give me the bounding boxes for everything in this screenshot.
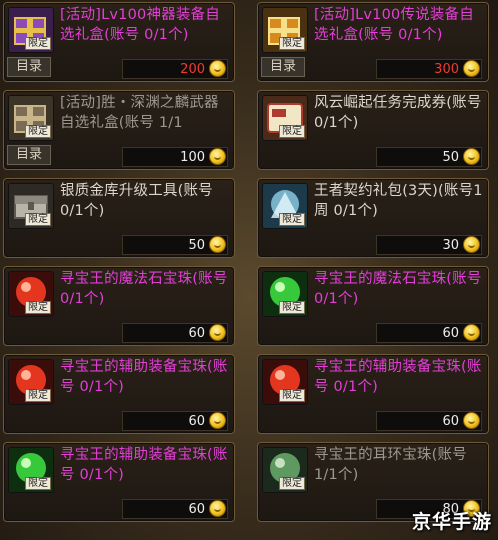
catalog-button[interactable]: 目录: [7, 57, 51, 77]
coin-icon: [209, 412, 226, 429]
coin-icon: [463, 324, 480, 341]
coin-icon: [209, 324, 226, 341]
shop-item[interactable]: 限定 [活动]Lv100传说装备自选礼盒(账号 0/1个) 目录 300: [257, 2, 489, 82]
coin-icon: [463, 236, 480, 253]
contract-icon: 限定: [262, 183, 308, 229]
watermark-logo: 京华手游: [411, 511, 492, 533]
limited-tag: 限定: [279, 389, 305, 402]
catalog-button[interactable]: 目录: [7, 145, 51, 165]
shop-panel: 限定 [活动]Lv100神器装备自选礼盒(账号 0/1个) 目录 200 限定 …: [0, 0, 498, 540]
item-name: 银质金库升级工具(账号 0/1个): [60, 183, 213, 219]
price-box: 60: [376, 323, 482, 343]
limited-tag: 限定: [25, 213, 51, 226]
red-orb-icon: 限定: [8, 359, 54, 405]
limited-tag: 限定: [25, 389, 51, 402]
limited-tag: 限定: [279, 477, 305, 490]
item-name: 寻宝王的魔法石宝珠(账号 0/1个): [60, 271, 228, 307]
price-box: 200: [122, 59, 228, 79]
green-orb-icon: 限定: [8, 447, 54, 493]
price-box: 300: [376, 59, 482, 79]
price-box: 60: [122, 499, 228, 519]
price-value: 100: [180, 150, 205, 165]
limited-tag: 限定: [25, 477, 51, 490]
red-orb-icon: 限定: [262, 359, 308, 405]
item-name: [活动]Lv100传说装备自选礼盒(账号 0/1个): [314, 7, 474, 43]
item-name: 寻宝王的辅助装备宝珠(账号 0/1个): [60, 359, 228, 395]
coin-icon: [463, 148, 480, 165]
price-value: 50: [442, 150, 459, 165]
price-box: 50: [376, 147, 482, 167]
limited-tag: 限定: [279, 125, 305, 138]
shop-item[interactable]: 限定 寻宝王的辅助装备宝珠(账号 0/1个) 60: [3, 354, 235, 434]
coin-icon: [209, 60, 226, 77]
price-value: 50: [188, 238, 205, 253]
price-box: 60: [376, 411, 482, 431]
limited-tag: 限定: [25, 125, 51, 138]
shop-item[interactable]: 限定 风云崛起任务完成券(账号 0/1个) 50: [257, 90, 489, 170]
item-name: [活动]胜・深渊之麟武器自选礼盒(账号 1/1: [60, 95, 219, 131]
shop-item[interactable]: 限定 寻宝王的辅助装备宝珠(账号 0/1个) 60: [3, 442, 235, 522]
price-box: 60: [122, 323, 228, 343]
red-orb-icon: 限定: [8, 271, 54, 317]
limited-tag: 限定: [279, 37, 305, 50]
shop-item[interactable]: 限定 [活动]Lv100神器装备自选礼盒(账号 0/1个) 目录 200: [3, 2, 235, 82]
shop-item[interactable]: 限定 [活动]胜・深渊之麟武器自选礼盒(账号 1/1 目录 100: [3, 90, 235, 170]
price-box: 100: [122, 147, 228, 167]
shop-item[interactable]: 限定 寻宝王的魔法石宝珠(账号 0/1个) 60: [257, 266, 489, 346]
item-name: 寻宝王的辅助装备宝珠(账号 0/1个): [314, 359, 482, 395]
coin-icon: [209, 236, 226, 253]
gift-box-gray-icon: 限定: [8, 95, 54, 141]
shop-item[interactable]: 限定 银质金库升级工具(账号 0/1个) 50: [3, 178, 235, 258]
shop-item[interactable]: 限定 王者契约礼包(3天)(账号1周 0/1个) 30: [257, 178, 489, 258]
coin-icon: [463, 60, 480, 77]
price-value: 60: [442, 326, 459, 341]
price-value: 60: [442, 414, 459, 429]
green-orb-icon: 限定: [262, 271, 308, 317]
shop-item[interactable]: 限定 寻宝王的辅助装备宝珠(账号 0/1个) 60: [257, 354, 489, 434]
limited-tag: 限定: [25, 37, 51, 50]
coin-icon: [209, 148, 226, 165]
price-value: 30: [442, 238, 459, 253]
chest-icon: 限定: [8, 183, 54, 229]
coin-icon: [209, 500, 226, 517]
limited-tag: 限定: [25, 301, 51, 314]
item-name: 王者契约礼包(3天)(账号1周 0/1个): [314, 183, 483, 219]
price-box: 30: [376, 235, 482, 255]
limited-tag: 限定: [279, 213, 305, 226]
price-value: 200: [180, 62, 205, 77]
gift-box-purple-icon: 限定: [8, 7, 54, 53]
limited-tag: 限定: [279, 301, 305, 314]
item-name: 风云崛起任务完成券(账号 0/1个): [314, 95, 482, 131]
price-value: 60: [188, 326, 205, 341]
ticket-icon: 限定: [262, 95, 308, 141]
catalog-button[interactable]: 目录: [261, 57, 305, 77]
item-name: 寻宝王的耳环宝珠(账号 1/1个): [314, 447, 467, 483]
price-value: 60: [188, 502, 205, 517]
item-name: [活动]Lv100神器装备自选礼盒(账号 0/1个): [60, 7, 220, 43]
price-box: 50: [122, 235, 228, 255]
item-name: 寻宝王的辅助装备宝珠(账号 0/1个): [60, 447, 228, 483]
item-name: 寻宝王的魔法石宝珠(账号 0/1个): [314, 271, 482, 307]
price-box: 60: [122, 411, 228, 431]
coin-icon: [463, 412, 480, 429]
green-orb-icon: 限定: [262, 447, 308, 493]
shop-item[interactable]: 限定 寻宝王的魔法石宝珠(账号 0/1个) 60: [3, 266, 235, 346]
gift-box-orange-icon: 限定: [262, 7, 308, 53]
price-value: 300: [434, 62, 459, 77]
price-value: 60: [188, 414, 205, 429]
